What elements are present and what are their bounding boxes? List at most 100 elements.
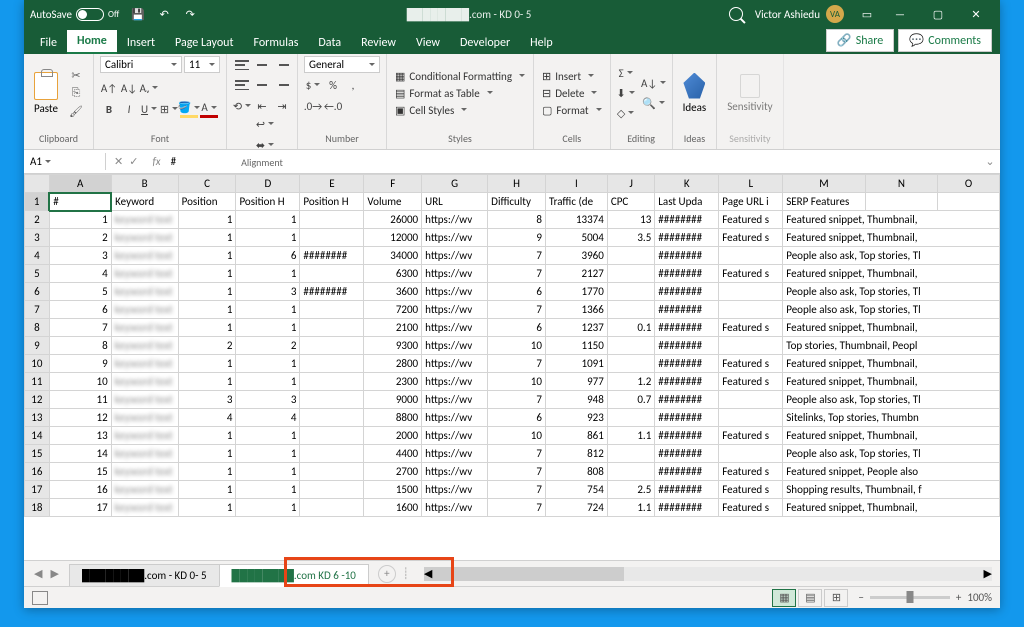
font-size-combo[interactable]: 11 (184, 56, 220, 73)
add-sheet-icon[interactable]: + (378, 565, 396, 583)
cell-M10[interactable]: Featured snippet, Thumbnail, (783, 355, 1000, 373)
zoom-out-icon[interactable]: − (858, 591, 863, 604)
cell-D14[interactable]: 1 (236, 427, 300, 445)
cell-C4[interactable]: 1 (178, 247, 236, 265)
cut-icon[interactable]: ✂ (67, 68, 85, 82)
cell-G6[interactable]: https://wv (422, 283, 488, 301)
cell-E15[interactable] (300, 445, 364, 463)
decrease-font-icon[interactable]: A↓ (120, 79, 138, 97)
cell-L11[interactable]: Featured s (719, 373, 783, 391)
cell-D2[interactable]: 1 (236, 211, 300, 229)
cell-E13[interactable] (300, 409, 364, 427)
cell-B3[interactable]: keyword text (111, 229, 178, 247)
zoom-in-icon[interactable]: + (956, 591, 961, 604)
tab-formulas[interactable]: Formulas (243, 32, 308, 54)
tab-review[interactable]: Review (351, 32, 406, 54)
cell-D8[interactable]: 1 (236, 319, 300, 337)
cell-B6[interactable]: keyword text (111, 283, 178, 301)
cell-E7[interactable] (300, 301, 364, 319)
cell-K9[interactable]: ######## (655, 337, 719, 355)
cell-A5[interactable]: 4 (49, 265, 111, 283)
cell-G9[interactable]: https://wv (422, 337, 488, 355)
cell-F5[interactable]: 6300 (364, 265, 422, 283)
cell-D18[interactable]: 1 (236, 499, 300, 517)
format-cells-button[interactable]: ▢ Format (540, 103, 604, 118)
cell-H10[interactable]: 7 (488, 355, 546, 373)
cell-H13[interactable]: 6 (488, 409, 546, 427)
cell-F4[interactable]: 34000 (364, 247, 422, 265)
tab-page-layout[interactable]: Page Layout (165, 32, 243, 54)
increase-decimal-icon[interactable]: .0→ (304, 97, 322, 115)
cell-B16[interactable]: keyword text (111, 463, 178, 481)
cell-C7[interactable]: 1 (178, 301, 236, 319)
fill-icon[interactable]: ⬇ (617, 84, 635, 102)
cell-G14[interactable]: https://wv (422, 427, 488, 445)
sheet-nav-prev-icon[interactable]: ◀ (34, 567, 42, 580)
cell-C10[interactable]: 1 (178, 355, 236, 373)
paste-button[interactable]: Paste (30, 70, 62, 117)
cell-L18[interactable]: Featured s (719, 499, 783, 517)
column-header-G[interactable]: G (422, 175, 488, 193)
cell-F18[interactable]: 1600 (364, 499, 422, 517)
cell-L10[interactable]: Featured s (719, 355, 783, 373)
cell-B17[interactable]: keyword text (111, 481, 178, 499)
cell-H17[interactable]: 7 (488, 481, 546, 499)
cell-A18[interactable]: 17 (49, 499, 111, 517)
comma-format-icon[interactable]: , (344, 76, 362, 94)
cell-C16[interactable]: 1 (178, 463, 236, 481)
cell-E8[interactable] (300, 319, 364, 337)
cell-J18[interactable]: 1.1 (607, 499, 654, 517)
cell-D9[interactable]: 2 (236, 337, 300, 355)
cell-C3[interactable]: 1 (178, 229, 236, 247)
ribbon-options-icon[interactable]: ▭ (852, 8, 882, 21)
cell-K12[interactable]: ######## (655, 391, 719, 409)
cell-B12[interactable]: keyword text (111, 391, 178, 409)
increase-indent-icon[interactable]: ⇥ (273, 97, 291, 115)
cell-F17[interactable]: 1500 (364, 481, 422, 499)
font-color-icon[interactable]: A (200, 100, 218, 118)
cell-A1[interactable]: # (49, 193, 111, 211)
cell-H8[interactable]: 6 (488, 319, 546, 337)
cell-L15[interactable] (719, 445, 783, 463)
minimize-icon[interactable]: — (882, 3, 918, 25)
cell-F2[interactable]: 26000 (364, 211, 422, 229)
close-icon[interactable]: ✕ (958, 3, 994, 25)
maximize-icon[interactable]: ▢ (920, 3, 956, 25)
cell-D3[interactable]: 1 (236, 229, 300, 247)
column-header-A[interactable]: A (49, 175, 111, 193)
cell-E6[interactable]: ######## (300, 283, 364, 301)
column-header-I[interactable]: I (545, 175, 607, 193)
cell-H14[interactable]: 10 (488, 427, 546, 445)
cell-K7[interactable]: ######## (655, 301, 719, 319)
cell-J15[interactable] (607, 445, 654, 463)
cell-J3[interactable]: 3.5 (607, 229, 654, 247)
row-header-14[interactable]: 14 (25, 427, 50, 445)
percent-format-icon[interactable]: % (324, 76, 342, 94)
redo-icon[interactable]: ↷ (179, 3, 201, 25)
cell-E16[interactable] (300, 463, 364, 481)
orientation-icon[interactable]: ⟲ (233, 97, 251, 115)
underline-button[interactable]: U (140, 100, 158, 118)
cell-E1[interactable]: Position H (300, 193, 364, 211)
cell-A11[interactable]: 10 (49, 373, 111, 391)
cell-K5[interactable]: ######## (655, 265, 719, 283)
cell-I9[interactable]: 1150 (545, 337, 607, 355)
cell-E17[interactable] (300, 481, 364, 499)
cell-E5[interactable] (300, 265, 364, 283)
cell-K15[interactable]: ######## (655, 445, 719, 463)
cell-C12[interactable]: 3 (178, 391, 236, 409)
cell-M2[interactable]: Featured snippet, Thumbnail, (783, 211, 1000, 229)
cell-M7[interactable]: People also ask, Top stories, Tl (783, 301, 1000, 319)
tab-data[interactable]: Data (308, 32, 351, 54)
cell-D15[interactable]: 1 (236, 445, 300, 463)
comments-button[interactable]: 💬 Comments (898, 29, 992, 52)
select-all-corner[interactable] (25, 175, 50, 193)
cell-M11[interactable]: Featured snippet, Thumbnail, (783, 373, 1000, 391)
cell-I14[interactable]: 861 (545, 427, 607, 445)
row-header-12[interactable]: 12 (25, 391, 50, 409)
fill-color-icon[interactable]: 🪣 (180, 100, 198, 118)
cell-K16[interactable]: ######## (655, 463, 719, 481)
column-header-K[interactable]: K (655, 175, 719, 193)
cell-B18[interactable]: keyword text (111, 499, 178, 517)
column-header-M[interactable]: M (783, 175, 866, 193)
